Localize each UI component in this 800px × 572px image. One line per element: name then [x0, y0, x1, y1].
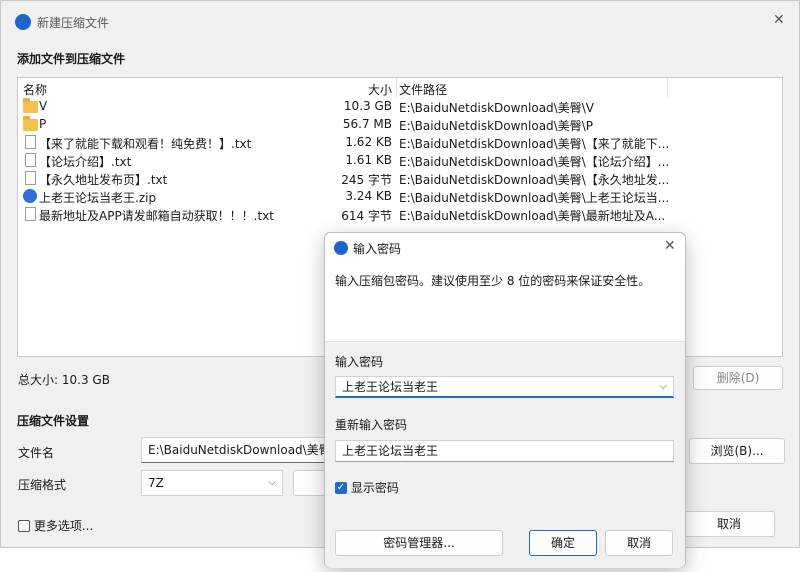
more-options-toggle[interactable]: 更多选项... — [18, 517, 93, 534]
text-file-icon — [25, 171, 36, 185]
password-dialog: 输入密码 ✕ 输入压缩包密码。建议使用至少 8 位的密码来保证安全性。 输入密码… — [324, 232, 686, 568]
main-cancel-button[interactable]: 取消 — [683, 511, 775, 537]
format-value: 7Z — [148, 476, 164, 490]
reenter-label: 重新输入密码 — [335, 418, 408, 432]
file-size: 1.61 KB — [345, 153, 392, 167]
table-row[interactable]: 【论坛介绍】.txt 1.61 KB E:\BaiduNetdiskDownlo… — [18, 151, 782, 169]
zip-file-icon — [23, 189, 37, 203]
column-divider — [667, 78, 668, 98]
chevron-down-icon[interactable]: ⌵ — [659, 377, 667, 397]
file-name: 【来了就能下载和观看！纯免费！】.txt — [39, 137, 252, 151]
table-row[interactable]: 【来了就能下载和观看！纯免费！】.txt 1.62 KB E:\BaiduNet… — [18, 133, 782, 151]
file-name: 【论坛介绍】.txt — [39, 155, 132, 169]
reenter-password-field[interactable]: 上老王论坛当老王 — [335, 440, 674, 462]
file-size: 614 字节 — [341, 209, 392, 223]
table-row[interactable]: V 10.3 GB E:\BaiduNetdiskDownload\美臀\V — [18, 97, 782, 115]
chevron-down-icon: ⌵ — [268, 477, 276, 488]
password-manager-button[interactable]: 密码管理器... — [335, 530, 503, 556]
password-value: 上老王论坛当老王 — [342, 380, 439, 394]
column-divider — [396, 78, 397, 98]
text-file-icon — [25, 153, 36, 167]
text-file-icon — [25, 135, 36, 149]
checkmark-icon[interactable]: ✓ — [335, 481, 347, 494]
dialog-title: 输入密码 — [353, 242, 402, 256]
dialog-logo-icon — [334, 241, 348, 255]
column-header-size[interactable]: 大小 — [366, 81, 392, 98]
window-title: 新建压缩文件 — [37, 16, 110, 30]
delete-button[interactable]: 删除(D) — [693, 366, 783, 390]
section-add-title: 添加文件到压缩文件 — [17, 52, 126, 66]
folder-icon — [23, 116, 38, 131]
title-bar: 新建压缩文件 ✕ — [1, 1, 799, 41]
table-row[interactable]: P 56.7 MB E:\BaiduNetdiskDownload\美臀\P — [18, 115, 782, 133]
file-name: P — [39, 117, 47, 131]
dialog-cancel-button[interactable]: 取消 — [605, 530, 673, 556]
file-path: E:\BaiduNetdiskDownload\美臀\上老王论坛当... — [399, 191, 669, 205]
file-path: E:\BaiduNetdiskDownload\美臀\【论坛介绍】... — [399, 155, 669, 169]
file-size: 3.24 KB — [345, 189, 392, 203]
table-row[interactable]: 上老王论坛当老王.zip 3.24 KB E:\BaiduNetdiskDown… — [18, 187, 782, 205]
table-row[interactable]: 最新地址及APP请发邮箱自动获取！！！.txt 614 字节 E:\BaiduN… — [18, 205, 782, 223]
folder-icon — [23, 98, 38, 113]
dialog-close-icon[interactable]: ✕ — [664, 238, 676, 254]
more-options-label: 更多选项... — [33, 519, 94, 533]
app-logo-icon — [15, 14, 31, 30]
total-size: 总大小: 10.3 GB — [18, 373, 110, 387]
file-size: 10.3 GB — [343, 99, 392, 113]
settings-title: 压缩文件设置 — [17, 414, 90, 428]
filename-field[interactable]: E:\BaiduNetdiskDownload\美臀\ — [141, 437, 325, 463]
file-size: 56.7 MB — [342, 117, 392, 131]
file-path: E:\BaiduNetdiskDownload\美臀\P — [399, 119, 593, 133]
file-path: E:\BaiduNetdiskDownload\美臀\最新地址及A... — [399, 209, 666, 223]
file-size: 245 字节 — [341, 173, 392, 187]
file-size: 1.62 KB — [345, 135, 392, 149]
column-header-path[interactable]: 文件路径 — [399, 81, 447, 98]
file-name: 【永久地址发布页】.txt — [39, 173, 168, 187]
file-name: V — [39, 99, 48, 113]
close-icon[interactable]: ✕ — [773, 12, 785, 28]
more-options-checkbox[interactable] — [18, 519, 30, 532]
file-path: E:\BaiduNetdiskDownload\美臀\V — [399, 101, 594, 115]
file-name: 最新地址及APP请发邮箱自动获取！！！.txt — [39, 209, 275, 223]
browse-button[interactable]: 浏览(B)... — [689, 438, 785, 464]
format-options-button[interactable] — [293, 470, 327, 496]
format-label: 压缩格式 — [18, 478, 67, 492]
show-password-label: 显示密码 — [350, 481, 399, 495]
file-path: E:\BaiduNetdiskDownload\美臀\【来了就能下... — [399, 137, 669, 151]
dialog-form-area: 输入密码 上老王论坛当老王 ⌵ 重新输入密码 上老王论坛当老王 ✓ 显示密码 密… — [325, 341, 685, 568]
ok-button[interactable]: 确定 — [529, 530, 597, 556]
password-field[interactable]: 上老王论坛当老王 ⌵ — [335, 376, 674, 398]
column-header-name[interactable]: 名称 — [23, 81, 47, 98]
password-label: 输入密码 — [335, 355, 384, 369]
text-file-icon — [25, 207, 36, 221]
file-path: E:\BaiduNetdiskDownload\美臀\【永久地址发... — [399, 173, 669, 187]
file-name: 上老王论坛当老王.zip — [39, 191, 157, 205]
format-select[interactable]: 7Z ⌵ — [141, 470, 283, 496]
filename-label: 文件名 — [18, 446, 55, 460]
dialog-description: 输入压缩包密码。建议使用至少 8 位的密码来保证安全性。 — [335, 274, 651, 288]
table-row[interactable]: 【永久地址发布页】.txt 245 字节 E:\BaiduNetdiskDown… — [18, 169, 782, 187]
show-password-toggle[interactable]: ✓ 显示密码 — [335, 479, 399, 496]
